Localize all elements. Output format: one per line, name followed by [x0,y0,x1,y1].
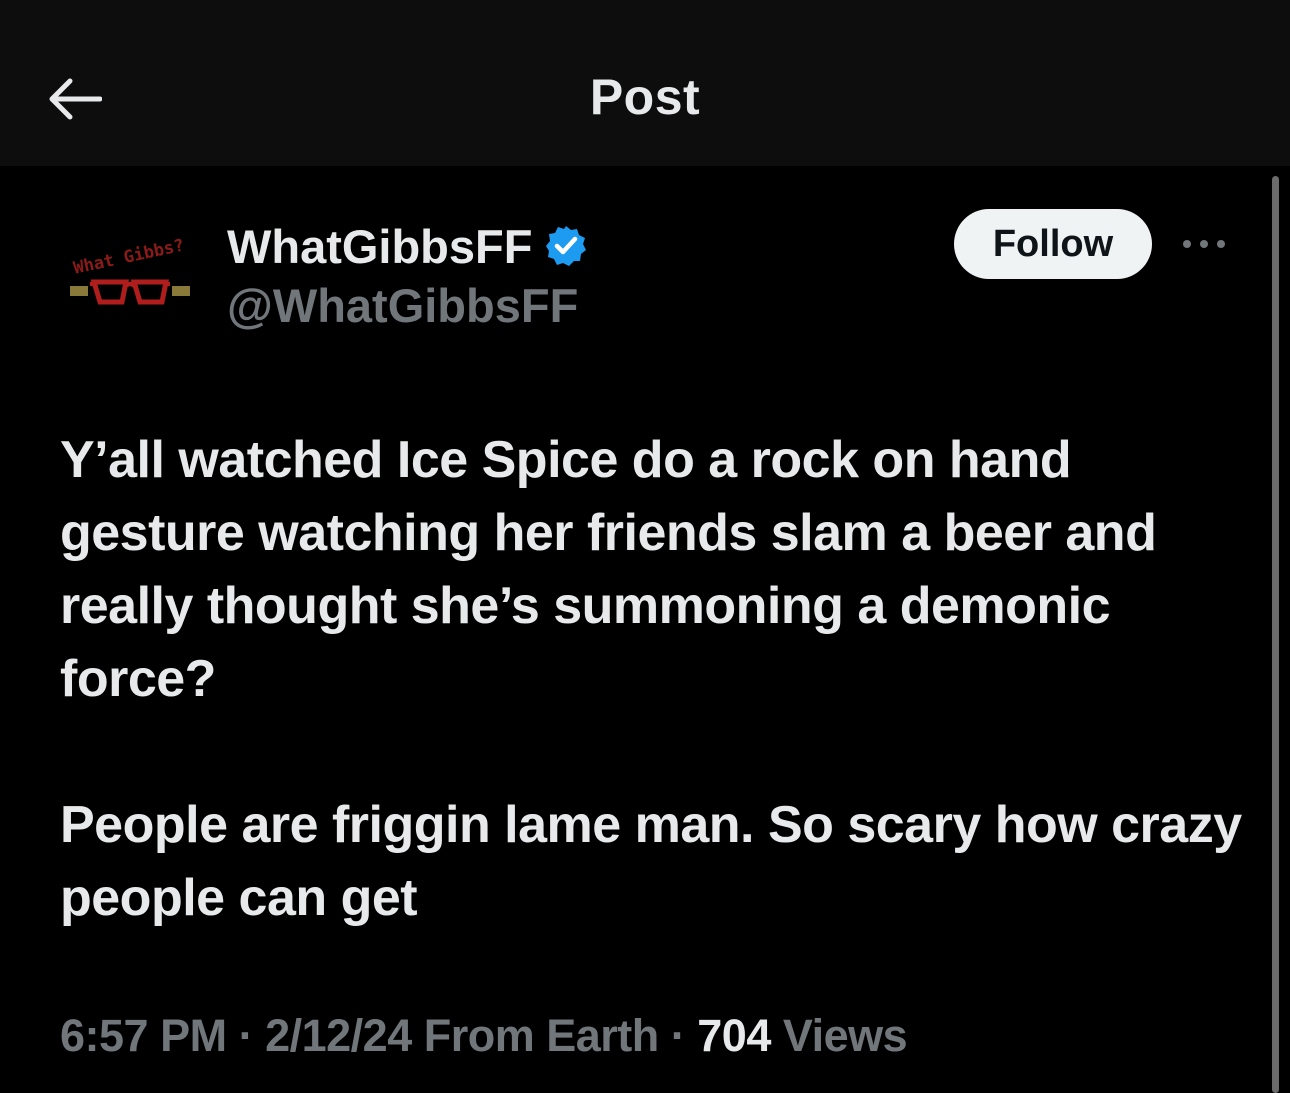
more-options-button[interactable] [1176,224,1232,264]
scrollbar[interactable] [1272,176,1279,1093]
avatar-logo-text: What Gibbs? [72,236,186,279]
follow-button[interactable]: Follow [954,209,1152,279]
meta-separator: · [658,1010,698,1061]
more-horizontal-icon [1183,240,1225,248]
author-display-name[interactable]: WhatGibbsFF [227,219,532,274]
post-date[interactable]: 2/12/24 [265,1010,412,1061]
post-source: From Earth [411,1010,660,1061]
post-metadata: 6:57 PM · 2/12/24 From Earth · 704 Views [60,1010,908,1062]
post-paragraph: Y’all watched Ice Spice do a rock on han… [60,431,1157,708]
avatar[interactable]: What Gibbs? [60,222,200,322]
post-time[interactable]: 6:57 PM [60,1010,227,1061]
meta-separator: · [226,1010,266,1061]
post-paragraph: People are friggin lame man. So scary ho… [60,796,1242,927]
author-name-row[interactable]: WhatGibbsFF [227,216,588,276]
views-count[interactable]: 704 [697,1010,771,1061]
page-title: Post [589,69,701,125]
post-text: Y’all watched Ice Spice do a rock on han… [60,424,1245,935]
verified-badge-icon [546,226,587,266]
views-label[interactable]: Views [771,1010,908,1061]
top-app-bar: Post [0,0,1290,166]
author-handle[interactable]: @WhatGibbsFF [227,278,578,333]
